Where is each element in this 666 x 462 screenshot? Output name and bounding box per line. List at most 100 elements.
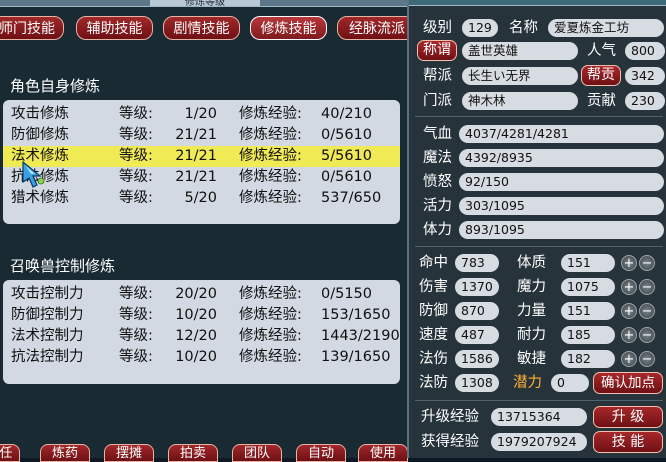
row-level-label: 等级: <box>119 127 153 143</box>
level-up-button[interactable]: 升 级 <box>593 406 663 428</box>
row-level-label: 等级: <box>119 349 153 365</box>
row-level-label: 等级: <box>119 169 153 185</box>
row-exp-label: 修炼经验: <box>239 190 302 206</box>
row-level: 20/20 <box>175 286 217 302</box>
row-level-label: 等级: <box>119 307 153 323</box>
row-name: 防御修炼 <box>11 127 69 143</box>
devotion-value: 230 <box>625 92 665 110</box>
row-exp: 0/5610 <box>321 169 373 185</box>
damage-label: 伤害 <box>419 279 448 295</box>
agility-label: 敏捷 <box>517 351 546 367</box>
cultivation-row[interactable]: 法术控制力 等级: 12/20 修炼经验: 1443/2190 <box>3 326 400 347</box>
toolbar-task-button[interactable]: 任 <box>0 444 20 462</box>
row-exp-label: 修炼经验: <box>239 307 302 323</box>
row-exp-label: 修炼经验: <box>239 148 302 164</box>
cultivation-row[interactable]: 防御修炼 等级: 21/21 修炼经验: 0/5610 <box>3 125 400 146</box>
name-label: 名称 <box>509 20 538 36</box>
tab-story-skills[interactable]: 剧情技能 <box>163 16 240 40</box>
endurance-plus-icon[interactable]: + <box>621 327 637 343</box>
upgrade-exp-value: 13715364 <box>491 408 587 426</box>
popularity-label: 人气 <box>587 43 616 59</box>
strength-plus-icon[interactable]: + <box>621 303 637 319</box>
name-value: 爱夏炼金工坊 <box>548 19 664 37</box>
self-cultivation-title: 角色自身修炼 <box>10 77 101 95</box>
agility-plus-icon[interactable]: + <box>621 351 637 367</box>
row-level: 12/20 <box>175 328 217 344</box>
magic-power-minus-icon[interactable]: − <box>639 279 655 295</box>
confirm-points-button[interactable]: 确认加点 <box>593 372 663 394</box>
row-name: 攻击控制力 <box>11 286 84 302</box>
gained-exp-label: 获得经验 <box>421 434 479 450</box>
magic-damage-value: 1586 <box>455 350 499 368</box>
row-exp-label: 修炼经验: <box>239 169 302 185</box>
row-exp: 153/1650 <box>321 307 391 323</box>
constitution-label: 体质 <box>517 255 546 271</box>
stamina-value: 893/1095 <box>459 221 664 239</box>
toolbar-use-button[interactable]: 使用 <box>358 444 408 462</box>
vitality-label: 活力 <box>423 198 452 214</box>
defense-label: 防御 <box>419 303 448 319</box>
row-level: 21/21 <box>175 148 217 164</box>
toolbar-auto-button[interactable]: 自动 <box>296 444 346 462</box>
tab-assist-skills[interactable]: 辅助技能 <box>76 16 153 40</box>
magic-damage-label: 法伤 <box>419 351 448 367</box>
tab-sect-skills[interactable]: 师门技能 <box>0 16 64 40</box>
row-exp-label: 修炼经验: <box>239 127 302 143</box>
level-value: 129 <box>462 19 498 37</box>
mouse-cursor-icon <box>22 160 45 188</box>
character-status-window: 级别 129 名称 爱夏炼金工坊 称谓 盖世英雄 人气 800 帮派 长生い无界… <box>407 0 666 458</box>
tab-meridian-school[interactable]: 经脉流派 <box>337 16 417 40</box>
potential-value: 0 <box>551 374 589 392</box>
magic-power-plus-icon[interactable]: + <box>621 279 637 295</box>
row-level: 10/20 <box>175 307 217 323</box>
constitution-minus-icon[interactable]: − <box>639 255 655 271</box>
tab-cultivation-skills[interactable]: 修炼技能 <box>250 16 327 40</box>
strength-value: 151 <box>561 302 615 320</box>
vitality-value: 303/1095 <box>459 197 664 215</box>
faction-value: 长生い无界 <box>462 67 578 85</box>
potential-label: 潜力 <box>513 375 542 391</box>
constitution-plus-icon[interactable]: + <box>621 255 637 271</box>
title-button[interactable]: 称谓 <box>417 40 457 61</box>
faction-contribution-button[interactable]: 帮贡 <box>581 65 621 86</box>
faction-label: 帮派 <box>423 68 452 84</box>
endurance-minus-icon[interactable]: − <box>639 327 655 343</box>
cultivation-row[interactable]: 攻击控制力 等级: 20/20 修炼经验: 0/5150 <box>3 284 400 305</box>
row-level: 10/20 <box>175 349 217 365</box>
mp-value: 4392/8935 <box>459 149 664 167</box>
accuracy-value: 783 <box>455 254 499 272</box>
toolbar-alchemy-button[interactable]: 炼药 <box>40 444 90 462</box>
divider <box>415 400 663 401</box>
gained-exp-value: 1979207924 <box>491 433 587 451</box>
agility-minus-icon[interactable]: − <box>639 351 655 367</box>
toolbar-auction-button[interactable]: 拍卖 <box>168 444 218 462</box>
cultivation-row-selected[interactable]: 法术修炼 等级: 21/21 修炼经验: 5/5610 <box>3 146 400 167</box>
row-exp: 40/210 <box>321 106 373 122</box>
cultivation-row[interactable]: 防御控制力 等级: 10/20 修炼经验: 153/1650 <box>3 305 400 326</box>
cultivation-row[interactable]: 猎术修炼 等级: 5/20 修炼经验: 537/650 <box>3 188 400 209</box>
toolbar-stall-button[interactable]: 摆摊 <box>104 444 154 462</box>
cultivation-row[interactable]: 抗法修炼 等级: 21/21 修炼经验: 0/5610 <box>3 167 400 188</box>
row-name: 抗法控制力 <box>11 349 84 365</box>
row-exp-label: 修炼经验: <box>239 106 302 122</box>
row-exp-label: 修炼经验: <box>239 286 302 302</box>
damage-value: 1370 <box>455 278 499 296</box>
cultivation-row[interactable]: 抗法控制力 等级: 10/20 修炼经验: 139/1650 <box>3 347 400 368</box>
level-label: 级别 <box>423 20 452 36</box>
row-level: 1/20 <box>184 106 217 122</box>
speed-value: 487 <box>455 326 499 344</box>
magic-defense-value: 1308 <box>455 374 499 392</box>
row-level-label: 等级: <box>119 286 153 302</box>
cultivation-row[interactable]: 攻击修炼 等级: 1/20 修炼经验: 40/210 <box>3 104 400 125</box>
mp-label: 魔法 <box>423 150 452 166</box>
row-exp: 1443/2190 <box>321 328 400 344</box>
strength-minus-icon[interactable]: − <box>639 303 655 319</box>
window-title: 修炼等级 <box>150 0 260 6</box>
skill-tabs: 师门技能 辅助技能 剧情技能 修炼技能 经脉流派 <box>0 16 417 42</box>
speed-label: 速度 <box>419 327 448 343</box>
skills-button[interactable]: 技 能 <box>593 431 663 453</box>
toolbar-team-button[interactable]: 团队 <box>232 444 282 462</box>
row-level: 21/21 <box>175 127 217 143</box>
status-window-top-border <box>409 0 666 6</box>
row-level-label: 等级: <box>119 148 153 164</box>
